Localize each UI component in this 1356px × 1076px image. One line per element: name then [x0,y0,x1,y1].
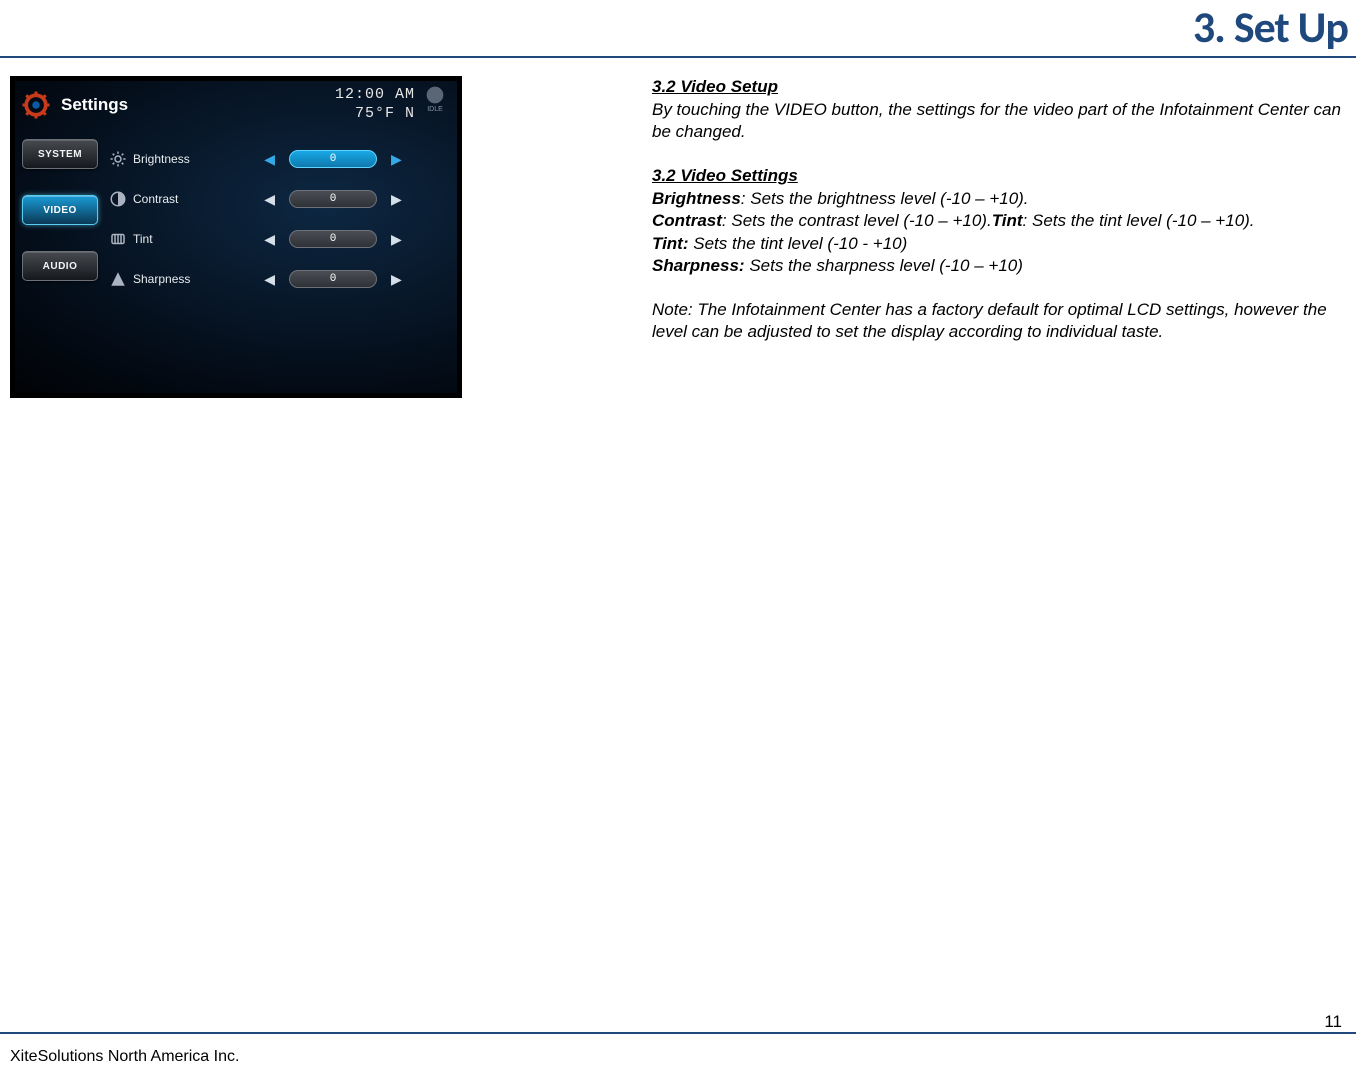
row-contrast: Contrast ◀ 0 ▶ [109,179,443,219]
term-contrast: Contrast [652,211,722,230]
device-screenshot: Settings 12:00 AM 75°F N IDLE SYSTEM VID… [10,76,462,398]
paragraph-note: Note: The Infotainment Center has a fact… [652,299,1344,343]
term-tint-inline: Tint [992,211,1023,230]
term-tint: Tint: [652,234,689,253]
contrast-label: Contrast [133,192,223,206]
status-bar: Settings 12:00 AM 75°F N IDLE [15,81,457,125]
screen-title: Settings [61,95,128,115]
paragraph-intro: By touching the VIDEO button, the settin… [652,99,1344,143]
sharpness-increase[interactable]: ▶ [387,269,406,290]
sharpness-icon [109,270,133,288]
temperature: 75°F N [335,105,415,124]
contrast-value[interactable]: 0 [289,190,377,208]
page-number: 11 [1324,1012,1342,1032]
tint-decrease[interactable]: ◀ [260,229,279,250]
row-tint: Tint ◀ 0 ▶ [109,219,443,259]
brightness-icon [109,150,133,168]
desc-brightness: : Sets the brightness level (-10 – +10). [741,189,1029,208]
brightness-increase[interactable]: ▶ [387,149,406,170]
idle-indicator: IDLE [421,85,449,113]
clock: 12:00 AM [335,86,415,105]
line-brightness: Brightness: Sets the brightness level (-… [652,188,1344,210]
tint-value[interactable]: 0 [289,230,377,248]
tint-increase[interactable]: ▶ [387,229,406,250]
settings-gear-icon [21,90,51,120]
sharpness-value[interactable]: 0 [289,270,377,288]
brightness-label: Brightness [133,152,223,166]
line-contrast-tint: Contrast: Sets the contrast level (-10 –… [652,210,1344,232]
header-divider [0,56,1356,58]
desc-tint-inline: : Sets the tint level (-10 – +10). [1023,211,1255,230]
contrast-icon [109,190,133,208]
line-tint: Tint: Sets the tint level (-10 - +10) [652,233,1344,255]
sharpness-decrease[interactable]: ◀ [260,269,279,290]
desc-sharpness: Sets the sharpness level (-10 – +10) [745,256,1023,275]
desc-tint: Sets the tint level (-10 - +10) [689,234,908,253]
page-title: 3. Set Up [0,0,1356,56]
term-sharpness: Sharpness: [652,256,745,275]
tint-icon [109,230,133,248]
row-sharpness: Sharpness ◀ 0 ▶ [109,259,443,299]
footer-company: XiteSolutions North America Inc. [10,1048,239,1066]
tab-video[interactable]: VIDEO [22,195,98,225]
tab-system[interactable]: SYSTEM [22,139,98,169]
term-brightness: Brightness [652,189,741,208]
heading-video-setup: 3.2 Video Setup [652,76,1344,98]
contrast-increase[interactable]: ▶ [387,189,406,210]
row-brightness: Brightness ◀ 0 ▶ [109,139,443,179]
brightness-value[interactable]: 0 [289,150,377,168]
settings-panel: Brightness ◀ 0 ▶ Contrast [101,133,453,387]
tab-audio[interactable]: AUDIO [22,251,98,281]
line-sharpness: Sharpness: Sets the sharpness level (-10… [652,255,1344,277]
desc-contrast: : Sets the contrast level (-10 – +10). [722,211,992,230]
device-screen: Settings 12:00 AM 75°F N IDLE SYSTEM VID… [15,81,457,393]
device-sidebar: SYSTEM VIDEO AUDIO [19,133,101,387]
tint-label: Tint [133,232,223,246]
footer-divider [0,1032,1356,1034]
brightness-decrease[interactable]: ◀ [260,149,279,170]
body-text: 3.2 Video Setup By touching the VIDEO bu… [462,76,1348,343]
sharpness-label: Sharpness [133,272,223,286]
heading-video-settings: 3.2 Video Settings [652,165,1344,187]
contrast-decrease[interactable]: ◀ [260,189,279,210]
idle-label: IDLE [427,106,443,113]
status-right: 12:00 AM 75°F N [335,86,415,124]
